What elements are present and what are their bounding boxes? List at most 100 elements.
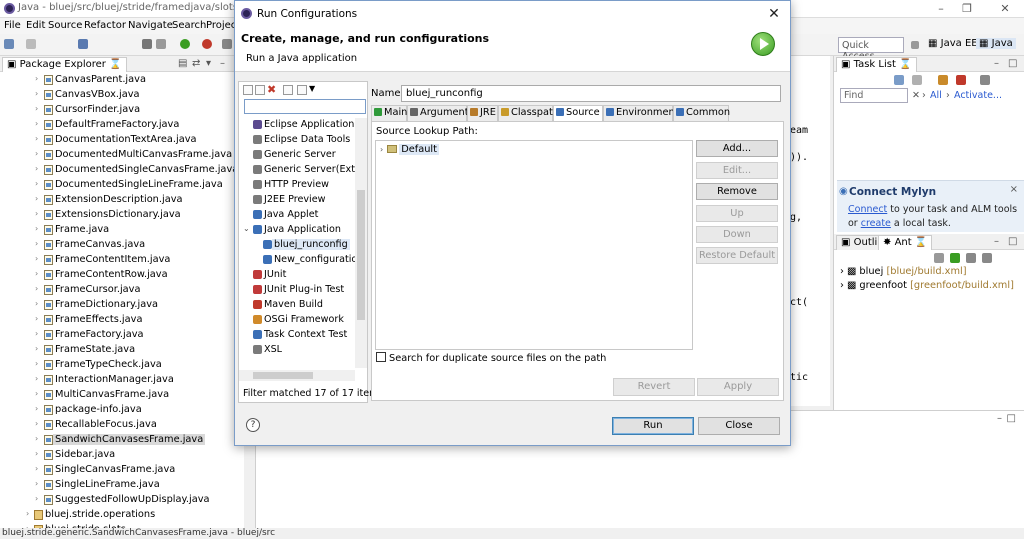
package-tree-item[interactable]: › CanvasVBox.java — [0, 88, 245, 103]
chevron-right-icon[interactable]: › — [35, 149, 38, 158]
package-tree-item[interactable]: › DocumentedMultiCanvasFrame.java — [0, 148, 245, 163]
external-tool-icon[interactable] — [156, 39, 166, 49]
open-perspective-icon[interactable] — [911, 41, 919, 49]
chevron-right-icon[interactable]: › — [35, 269, 38, 278]
debug-tool-icon[interactable] — [142, 39, 152, 49]
maximize-view-icon[interactable]: □ — [1008, 236, 1017, 247]
remove-icon[interactable] — [966, 253, 976, 263]
connect-link[interactable]: Connect — [848, 204, 887, 215]
tab-classpath[interactable]: Classpath — [498, 105, 559, 121]
config-tree-item[interactable]: J2EE Preview — [239, 193, 355, 208]
minimize-view-icon[interactable]: – — [997, 413, 1002, 424]
menu-file[interactable]: File — [4, 20, 21, 31]
chevron-right-icon[interactable]: › — [35, 374, 38, 383]
chevron-right-icon[interactable]: › — [35, 89, 38, 98]
view-menu-icon[interactable]: ▾ — [206, 58, 211, 69]
run-button[interactable]: Run — [612, 417, 694, 435]
revert-button[interactable]: Revert — [613, 378, 695, 396]
chevron-right-icon[interactable]: › — [35, 104, 38, 113]
package-tree-package[interactable]: › bluej.stride.operations — [0, 508, 245, 523]
chevron-right-icon[interactable]: › — [35, 329, 38, 338]
chevron-right-icon[interactable]: › — [35, 194, 38, 203]
maximize-view-icon[interactable]: □ — [1008, 58, 1017, 69]
filter-icon[interactable] — [938, 75, 948, 85]
tab-package-explorer[interactable]: ▣ Package Explorer ⌛ — [2, 57, 127, 72]
remove-button[interactable]: Remove — [696, 183, 778, 200]
package-tree-item[interactable]: › FrameContentRow.java — [0, 268, 245, 283]
tab-environment[interactable]: Environment — [603, 105, 679, 121]
new-icon[interactable] — [4, 39, 14, 49]
config-tree-item[interactable]: Generic Server — [239, 148, 355, 163]
chevron-right-icon[interactable]: › — [35, 119, 38, 128]
package-tree-item[interactable]: › InteractionManager.java — [0, 373, 245, 388]
chevron-right-icon[interactable]: › — [35, 434, 38, 443]
name-input[interactable] — [401, 85, 781, 102]
package-tree-item[interactable]: › DocumentedSingleCanvasFrame.java — [0, 163, 245, 178]
chevron-down-icon[interactable]: ⌄ — [243, 224, 250, 233]
config-tree-item[interactable]: Eclipse Application — [239, 118, 355, 133]
package-tree-item[interactable]: › SingleLineFrame.java — [0, 478, 245, 493]
package-tree-item[interactable]: › DocumentedSingleLineFrame.java — [0, 178, 245, 193]
package-tree-item[interactable]: › MultiCanvasFrame.java — [0, 388, 245, 403]
duplicate-config-icon[interactable] — [255, 85, 265, 95]
up-button[interactable]: Up — [696, 205, 778, 222]
source-lookup-tree[interactable]: › Default — [375, 140, 693, 350]
package-tree-item[interactable]: › CursorFinder.java — [0, 103, 245, 118]
config-tree-item[interactable]: JUnit — [239, 268, 355, 283]
chevron-right-icon[interactable]: › — [35, 449, 38, 458]
ant-row-greenfoot[interactable]: › ▩ greenfoot [greenfoot/build.xml] — [840, 280, 1014, 291]
tab-common[interactable]: Common — [673, 105, 730, 121]
package-tree-item[interactable]: › RecallableFocus.java — [0, 418, 245, 433]
chevron-right-icon[interactable]: › — [35, 224, 38, 233]
package-tree-item[interactable]: › Frame.java — [0, 223, 245, 238]
task-find-input[interactable]: Find — [840, 88, 908, 103]
terminal-icon[interactable] — [78, 39, 88, 49]
package-tree-item[interactable]: › Sidebar.java — [0, 448, 245, 463]
tab-arguments[interactable]: Arguments — [407, 105, 474, 121]
config-tree-item[interactable]: Task Context Test — [239, 328, 355, 343]
apply-button[interactable]: Apply — [697, 378, 779, 396]
chevron-right-icon[interactable]: › — [35, 419, 38, 428]
config-tree-item[interactable]: JUnit Plug-in Test — [239, 283, 355, 298]
remove-all-icon[interactable] — [982, 253, 992, 263]
config-tree-item[interactable]: bluej_runconfig — [239, 238, 355, 253]
tab-task-list[interactable]: ▣ Task List ⌛ — [836, 57, 917, 72]
delete-config-icon[interactable]: ✖ — [267, 83, 276, 96]
tab-jre[interactable]: JRE — [467, 105, 498, 121]
minimize-view-icon[interactable]: – — [220, 58, 225, 69]
new-task-icon[interactable] — [894, 75, 904, 85]
scroll-thumb[interactable] — [357, 190, 365, 320]
package-tree-item[interactable]: › DefaultFrameFactory.java — [0, 118, 245, 133]
close-icon[interactable]: ✕ — [764, 4, 784, 24]
coverage-icon[interactable] — [202, 39, 212, 49]
close-icon[interactable]: × — [1010, 184, 1018, 195]
chevron-right-icon[interactable]: › — [35, 179, 38, 188]
config-tree-item[interactable]: OSGi Framework — [239, 313, 355, 328]
config-tree-item[interactable]: Java Applet — [239, 208, 355, 223]
maximize-icon[interactable]: ❐ — [952, 1, 982, 17]
tree-vertical-scrollbar[interactable] — [355, 118, 367, 368]
filter-input[interactable] — [244, 99, 366, 114]
chevron-right-icon[interactable]: › — [35, 239, 38, 248]
chevron-right-icon[interactable]: › — [35, 314, 38, 323]
package-tree-item[interactable]: › SandwichCanvasesFrame.java — [0, 433, 245, 448]
collapse-icon[interactable] — [980, 75, 990, 85]
config-tree-item[interactable]: Eclipse Data Tools — [239, 133, 355, 148]
package-tree-item[interactable]: › ExtensionsDictionary.java — [0, 208, 245, 223]
package-tree-item[interactable]: › CanvasParent.java — [0, 73, 245, 88]
chevron-right-icon[interactable]: › — [35, 344, 38, 353]
package-tree-item[interactable]: › DocumentationTextArea.java — [0, 133, 245, 148]
menu-refactor[interactable]: Refactor — [84, 20, 126, 31]
chevron-down-icon[interactable]: ▼ — [309, 84, 315, 93]
clear-find-icon[interactable]: ✕ — [912, 90, 920, 101]
chevron-right-icon[interactable]: › — [26, 509, 29, 518]
chevron-right-icon[interactable]: › — [35, 464, 38, 473]
all-link[interactable]: All — [930, 90, 942, 101]
chevron-right-icon[interactable]: › — [35, 479, 38, 488]
tree-horizontal-scrollbar[interactable] — [239, 370, 355, 381]
tab-source[interactable]: Source — [553, 105, 603, 121]
chevron-right-icon[interactable]: › — [35, 389, 38, 398]
scroll-thumb[interactable] — [253, 372, 313, 379]
chevron-right-icon[interactable]: › — [35, 359, 38, 368]
add-button[interactable]: Add... — [696, 140, 778, 157]
